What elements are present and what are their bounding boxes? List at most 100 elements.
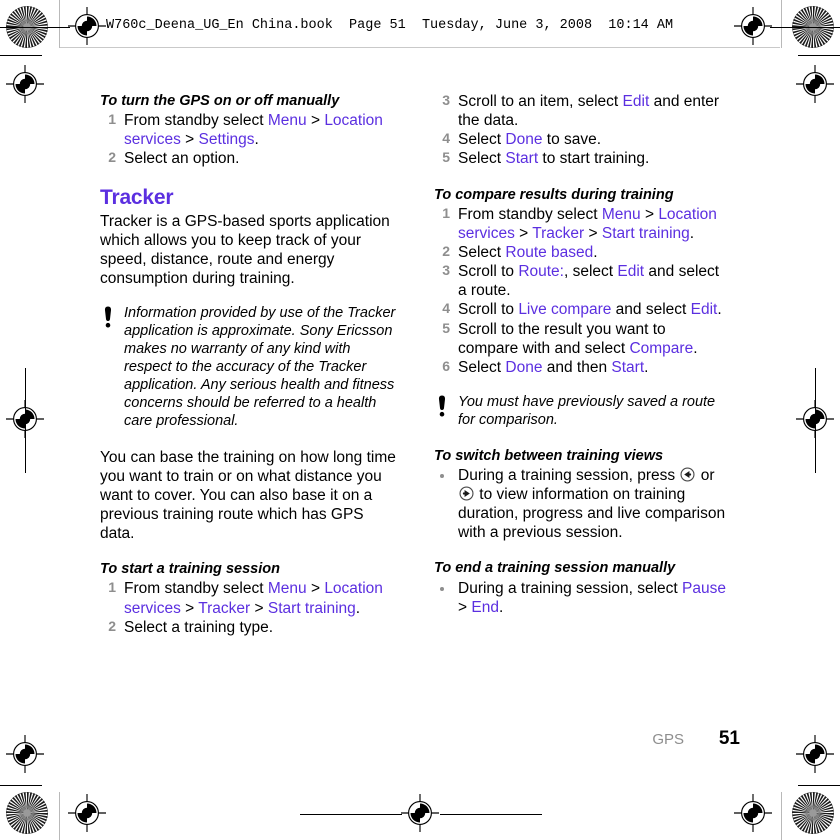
step-item: 1 From standby select Menu > Location se… bbox=[100, 579, 396, 617]
procedure-heading-start-training-session: To start a training session bbox=[100, 561, 280, 578]
bullet-text-part-a: During a training session, press bbox=[458, 467, 679, 484]
ui-reference: Compare bbox=[629, 339, 694, 357]
plain-text: , select bbox=[563, 263, 618, 281]
plain-text: Select a training type. bbox=[124, 618, 274, 636]
step-number: 4 bbox=[442, 300, 450, 317]
ui-reference: End bbox=[471, 598, 499, 616]
plain-text: . bbox=[254, 131, 259, 149]
plain-text: Select an option. bbox=[124, 150, 240, 168]
ui-reference: Menu bbox=[267, 112, 307, 130]
ui-reference: Route: bbox=[518, 263, 564, 281]
step-text: Select Route based. bbox=[458, 244, 598, 261]
step-text: Scroll to Live compare and select Edit. bbox=[458, 301, 722, 318]
plain-text: During a training session, select bbox=[458, 579, 683, 597]
steps-start-training-session: 1 From standby select Menu > Location se… bbox=[100, 579, 396, 636]
plain-text: > bbox=[584, 224, 602, 242]
step-item: 5 Select Start to start training. bbox=[434, 149, 730, 168]
step-number: 2 bbox=[108, 617, 116, 634]
ui-reference: Start bbox=[611, 358, 645, 376]
ui-reference: Edit bbox=[690, 301, 718, 319]
plain-text: > bbox=[514, 224, 533, 242]
procedure-heading-compare-results: To compare results during training bbox=[434, 186, 674, 203]
plain-text: Select bbox=[458, 131, 506, 149]
right-column: 3 Scroll to an item, select Edit and ent… bbox=[434, 92, 730, 617]
bullet-text-part-b: or bbox=[696, 466, 715, 484]
step-number: 1 bbox=[442, 204, 450, 221]
plain-text: Scroll to bbox=[458, 263, 519, 281]
plain-text: or bbox=[696, 466, 715, 484]
procedure-heading-end-training-session: To end a training session manually bbox=[434, 560, 676, 577]
plain-text: > bbox=[640, 205, 659, 223]
step-item: 2 Select a training type. bbox=[100, 618, 396, 637]
step-number: 5 bbox=[442, 149, 450, 166]
list-item: During a training session, press or to v… bbox=[434, 466, 730, 543]
step-item: 1 From standby select Menu > Location se… bbox=[100, 111, 396, 149]
procedure-heading-switch-training-views: To switch between training views bbox=[434, 447, 664, 464]
step-number: 6 bbox=[442, 357, 450, 374]
bullet-text: During a training session, select Pause … bbox=[458, 580, 726, 616]
step-text: Select an option. bbox=[124, 150, 239, 167]
plain-text: > bbox=[180, 131, 199, 149]
ui-reference: Start training bbox=[267, 599, 356, 617]
step-text: Select a training type. bbox=[124, 619, 273, 636]
step-item: 1 From standby select Menu > Location se… bbox=[434, 205, 730, 243]
ui-reference: Pause bbox=[682, 579, 726, 597]
step-item: 6 Select Done and then Start. bbox=[434, 358, 730, 377]
plain-text: to start training. bbox=[538, 150, 650, 168]
step-text: Scroll to the result you want to compare… bbox=[458, 321, 698, 357]
plain-text: Select bbox=[458, 243, 506, 261]
step-text: From standby select Menu > Location serv… bbox=[458, 206, 717, 242]
plain-text: . bbox=[644, 358, 649, 376]
step-text: Scroll to an item, select Edit and enter… bbox=[458, 93, 719, 129]
plain-text: . bbox=[593, 243, 598, 261]
plain-text: Scroll to an item, select bbox=[458, 93, 623, 110]
bullet-dot bbox=[440, 586, 444, 591]
plain-text: > bbox=[306, 112, 325, 130]
ui-reference: Settings bbox=[198, 131, 255, 149]
steps-compare-results: 1 From standby select Menu > Location se… bbox=[434, 205, 730, 377]
step-item: 2 Select an option. bbox=[100, 149, 396, 168]
ui-reference: Menu bbox=[601, 205, 641, 223]
plain-text: . bbox=[717, 301, 722, 319]
ui-reference: Done bbox=[505, 358, 543, 376]
step-item: 3 Scroll to an item, select Edit and ent… bbox=[434, 92, 730, 130]
plain-text: . bbox=[693, 339, 698, 357]
step-number: 2 bbox=[108, 149, 116, 166]
step-number: 5 bbox=[442, 319, 450, 336]
footer-chapter-name: GPS bbox=[652, 731, 684, 748]
bullet-dot bbox=[440, 473, 444, 478]
plain-text: > bbox=[458, 598, 472, 616]
section-heading-tracker: Tracker bbox=[100, 185, 174, 209]
plain-text: > bbox=[250, 599, 268, 617]
step-item: 2 Select Route based. bbox=[434, 243, 730, 262]
list-item: During a training session, select Pause … bbox=[434, 579, 730, 617]
step-number: 1 bbox=[108, 579, 116, 596]
plain-text: From standby select bbox=[124, 580, 268, 598]
plain-text: During a training session, press bbox=[458, 466, 680, 484]
plain-text: > bbox=[306, 580, 325, 598]
step-item: 4 Scroll to Live compare and select Edit… bbox=[434, 300, 730, 319]
bullet-text-part-c: to view information on training duration… bbox=[458, 486, 725, 541]
exclamation-icon bbox=[104, 306, 112, 328]
note-text: You must have previously saved a route f… bbox=[458, 393, 716, 428]
ui-reference: Start training bbox=[601, 224, 690, 242]
plain-text: From standby select bbox=[458, 205, 602, 223]
ui-reference: Live compare bbox=[518, 301, 612, 319]
step-number: 2 bbox=[442, 242, 450, 259]
note-tracker-accuracy: Information provided by use of the Track… bbox=[100, 305, 396, 430]
step-item: 4 Select Done to save. bbox=[434, 130, 730, 149]
footer-page-number: 51 bbox=[718, 728, 740, 749]
plain-text: to save. bbox=[542, 131, 602, 149]
steps-turn-gps-on-off: 1 From standby select Menu > Location se… bbox=[100, 111, 396, 168]
ui-reference: Start bbox=[505, 150, 539, 168]
ui-reference: Tracker bbox=[532, 224, 585, 242]
plain-text: . bbox=[355, 599, 361, 617]
ui-reference: Tracker bbox=[198, 599, 251, 617]
page-content: To turn the GPS on or off manually 1 Fro… bbox=[0, 0, 840, 840]
training-basis-paragraph: You can base the training on how long ti… bbox=[100, 448, 396, 543]
nav-key-left-icon bbox=[680, 467, 695, 482]
plain-text: Select bbox=[458, 150, 506, 168]
step-number: 3 bbox=[442, 262, 450, 279]
ui-reference: Menu bbox=[267, 580, 307, 598]
step-number: 4 bbox=[442, 130, 450, 147]
